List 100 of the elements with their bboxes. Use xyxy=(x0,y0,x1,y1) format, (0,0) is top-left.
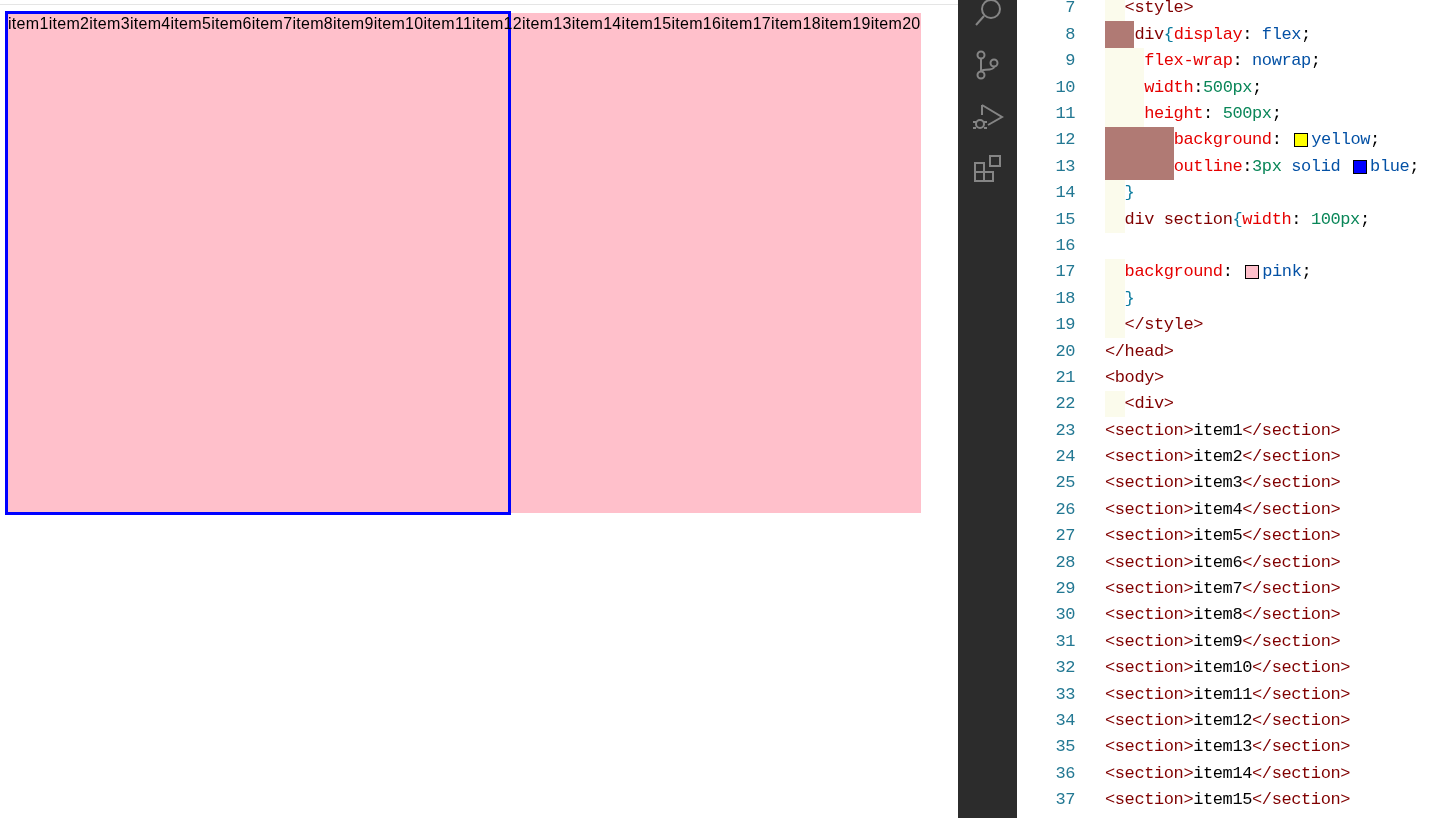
code-token: item10 xyxy=(1193,657,1253,680)
code-token: : xyxy=(1193,76,1204,99)
line-number: 31 xyxy=(1054,630,1075,653)
code-token: ; xyxy=(1310,50,1321,73)
code-token: <section> xyxy=(1105,789,1194,812)
line-number: 15 xyxy=(1054,208,1075,231)
code-token: <section> xyxy=(1105,472,1194,495)
section-item: item11 xyxy=(423,14,473,34)
color-swatch[interactable] xyxy=(1353,159,1368,174)
line-number: 23 xyxy=(1054,419,1075,442)
line-number: 24 xyxy=(1054,446,1075,469)
code-token: </style> xyxy=(1105,311,1204,339)
code-token: 500px xyxy=(1222,103,1272,125)
line-number: 14 xyxy=(1054,182,1075,205)
line-number: 35 xyxy=(1054,736,1075,759)
color-swatch[interactable] xyxy=(1294,133,1309,148)
code-token: 3px xyxy=(1252,155,1282,178)
section-item: item6 xyxy=(211,14,252,34)
code-token: item5 xyxy=(1193,525,1243,548)
code-token: : xyxy=(1242,155,1253,178)
code-token: ; xyxy=(1359,208,1370,231)
section-item: item3 xyxy=(89,14,130,34)
code-token: <section> xyxy=(1105,525,1194,548)
line-number: 30 xyxy=(1054,604,1075,627)
line-number: 18 xyxy=(1054,287,1075,310)
code-token: <section> xyxy=(1105,604,1194,627)
section-item: item9 xyxy=(333,14,374,34)
line-number: 7 xyxy=(1064,0,1075,20)
section-item: item19 xyxy=(820,14,871,34)
code-token: ; xyxy=(1409,155,1420,178)
code-token: 500px xyxy=(1203,76,1253,99)
code-token: <section> xyxy=(1105,683,1194,706)
code-token: solid xyxy=(1290,155,1342,178)
code-token: item8 xyxy=(1193,604,1243,627)
code-token: </section> xyxy=(1252,789,1351,812)
code-token: yellow xyxy=(1311,129,1371,152)
line-number: 34 xyxy=(1054,710,1075,732)
code-token: </section> xyxy=(1252,657,1351,680)
code-token: </section> xyxy=(1242,578,1341,601)
code-token: </section> xyxy=(1252,736,1351,759)
code-token: <section> xyxy=(1105,578,1194,601)
code-token: item14 xyxy=(1193,762,1253,785)
code-token: item1 xyxy=(1193,419,1243,442)
code-token: item15 xyxy=(1193,789,1253,812)
section-item: item7 xyxy=(251,14,293,34)
code-token: ; xyxy=(1271,103,1282,125)
code-token: </section> xyxy=(1242,551,1341,574)
line-number: 37 xyxy=(1054,789,1075,812)
line-number: 19 xyxy=(1054,314,1075,337)
section-item: item15 xyxy=(621,14,672,34)
code-token: ; xyxy=(1370,129,1380,152)
code-token: </section> xyxy=(1242,472,1341,495)
code-token: <div> xyxy=(1105,390,1174,418)
section-item: item2 xyxy=(48,14,90,34)
line-number: 22 xyxy=(1054,393,1075,416)
code-token: div xyxy=(1105,21,1164,48)
code-token: <section> xyxy=(1105,630,1194,653)
code-token: : xyxy=(1242,23,1254,46)
line-number: 20 xyxy=(1054,340,1075,363)
code-token: item12 xyxy=(1193,710,1253,732)
code-token: : xyxy=(1203,103,1214,125)
code-token: : xyxy=(1222,261,1234,284)
line-number: 25 xyxy=(1054,472,1075,495)
color-swatch[interactable] xyxy=(1245,265,1260,280)
section-item: item1 xyxy=(8,14,49,34)
code-token: } xyxy=(1105,179,1135,207)
line-number: 33 xyxy=(1054,683,1075,706)
code-token: </section> xyxy=(1252,683,1351,706)
code-token: display xyxy=(1173,23,1243,46)
code-token: flex-wrap xyxy=(1105,47,1233,75)
code-token: item4 xyxy=(1193,498,1243,521)
code-token: flex xyxy=(1261,23,1302,46)
code-token: <body> xyxy=(1105,366,1164,389)
branch-icon[interactable] xyxy=(974,50,1001,80)
code-token: </section> xyxy=(1242,498,1341,521)
code-token: <section> xyxy=(1105,710,1194,732)
debug-icon[interactable] xyxy=(971,102,1004,132)
section-item: item16 xyxy=(671,14,722,34)
code-token: height xyxy=(1105,100,1204,127)
code-token: </section> xyxy=(1242,525,1341,548)
extensions-icon[interactable] xyxy=(972,154,1003,184)
code-token: <section> xyxy=(1105,419,1194,442)
code-token: </head> xyxy=(1105,340,1174,363)
code-token: : xyxy=(1232,50,1244,73)
code-token: </section> xyxy=(1242,604,1341,627)
code-token: div section xyxy=(1105,206,1233,233)
line-number: 11 xyxy=(1054,103,1075,125)
section-item: item17 xyxy=(721,14,772,34)
code-token: } xyxy=(1105,285,1135,312)
line-number: 27 xyxy=(1054,525,1075,548)
code-token: <section> xyxy=(1105,446,1194,469)
search-icon[interactable] xyxy=(972,0,1003,28)
code-token: ; xyxy=(1252,76,1262,99)
section-item: item5 xyxy=(170,14,212,34)
line-number: 8 xyxy=(1064,23,1075,46)
code-token: </section> xyxy=(1242,446,1341,469)
code-token: background xyxy=(1105,126,1272,154)
code-token: item3 xyxy=(1193,472,1243,495)
line-number: 13 xyxy=(1054,155,1075,178)
line-number: 29 xyxy=(1054,578,1075,601)
